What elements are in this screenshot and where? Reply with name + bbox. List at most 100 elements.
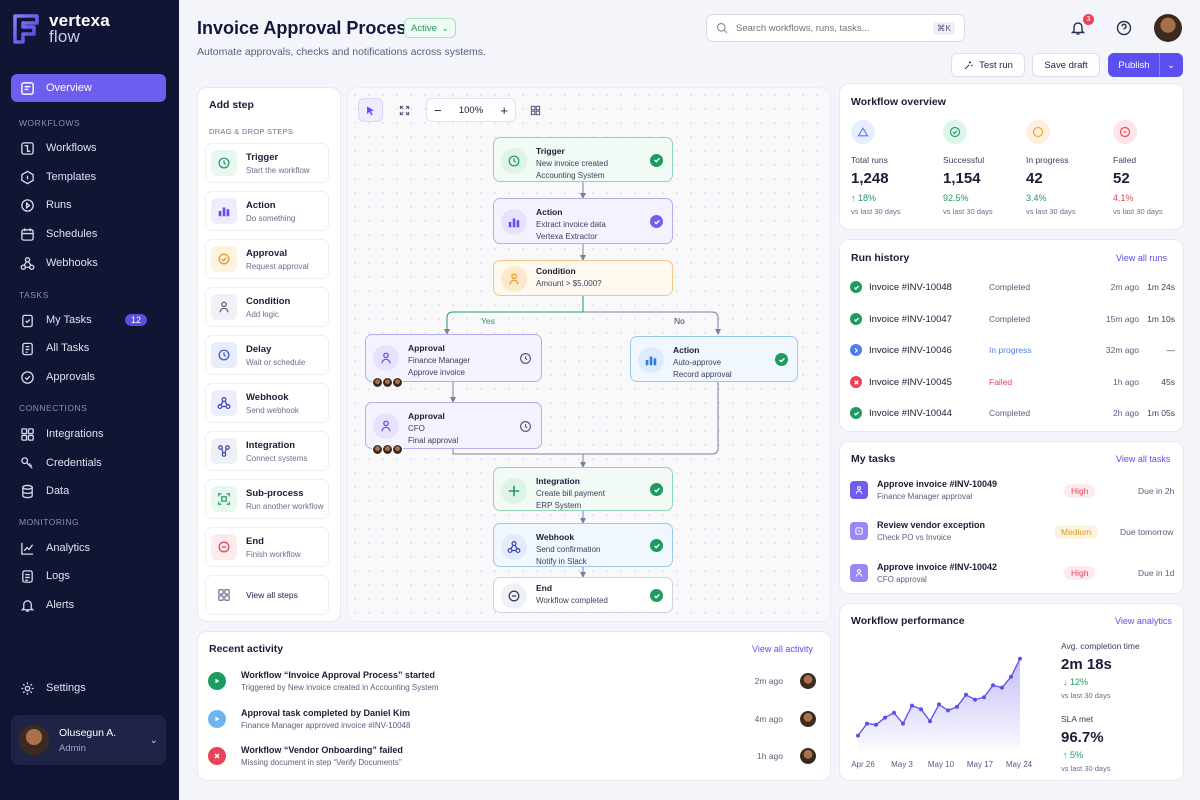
profile-avatar[interactable] xyxy=(1154,14,1182,42)
view-all-activity-link[interactable]: View all activity xyxy=(752,644,813,654)
sidebar-item-settings[interactable]: Settings xyxy=(11,674,166,702)
user-icon xyxy=(373,345,399,371)
help-button[interactable] xyxy=(1114,18,1134,38)
node-line: Record approval xyxy=(673,370,732,379)
sidebar-item-schedules[interactable]: Schedules xyxy=(11,220,166,248)
sidebar-item-workflows[interactable]: Workflows xyxy=(11,134,166,162)
activity-row[interactable]: Workflow “Vendor Onboarding” failed Missi… xyxy=(208,743,816,769)
zoom-out-button[interactable]: − xyxy=(434,103,442,118)
task-row[interactable]: Approve invoice #INV-10042 CFO approval xyxy=(850,561,1175,585)
publish-options-button[interactable]: ⌄ xyxy=(1159,53,1183,77)
zoom-in-button[interactable]: + xyxy=(500,103,508,118)
performance-point[interactable] xyxy=(937,702,941,707)
run-row[interactable]: Invoice #INV-10045 Failed 1h ago 45s xyxy=(850,372,1175,392)
step-sub-process[interactable]: Sub-process Run another workflow xyxy=(205,479,329,519)
view-all-tasks-link[interactable]: View all tasks xyxy=(1116,454,1170,464)
sidebar-item-all-tasks[interactable]: All Tasks xyxy=(11,334,166,362)
sidebar-item-logs[interactable]: Logs xyxy=(11,562,166,590)
sidebar-item-approvals[interactable]: Approvals xyxy=(11,363,166,391)
metric-value: 52 xyxy=(1113,170,1130,187)
view-all-steps-button[interactable]: View all steps xyxy=(205,575,329,615)
test-run-button[interactable]: Test run xyxy=(951,53,1025,77)
step-condition[interactable]: Condition Add logic xyxy=(205,287,329,327)
run-row[interactable]: Invoice #INV-10044 Completed 2h ago 1m 0… xyxy=(850,403,1175,423)
search-box[interactable]: ⌘K xyxy=(706,14,965,42)
node-title: Webhook xyxy=(536,532,575,542)
performance-point[interactable] xyxy=(883,715,887,720)
publish-label: Publish xyxy=(1118,59,1150,71)
check-circle-icon xyxy=(21,370,34,384)
node-integration[interactable]: Integration Create bill payment ERP System xyxy=(493,467,673,511)
performance-point[interactable] xyxy=(892,710,896,715)
performance-point[interactable] xyxy=(991,683,995,688)
close-icon xyxy=(208,747,226,765)
view-all-runs-link[interactable]: View all runs xyxy=(1116,253,1167,263)
performance-point[interactable] xyxy=(955,704,959,709)
brand-logo[interactable]: vertexa flow xyxy=(12,12,110,45)
check-icon xyxy=(650,539,663,552)
sidebar-item-runs[interactable]: Runs xyxy=(11,191,166,219)
sidebar-item-my-tasks[interactable]: My Tasks 12 xyxy=(11,306,166,334)
grid-toggle-button[interactable] xyxy=(523,98,548,122)
step-action[interactable]: Action Do something xyxy=(205,191,329,231)
node-trigger[interactable]: Trigger New invoice created Accounting Sys… xyxy=(493,137,673,182)
performance-point[interactable] xyxy=(973,697,977,702)
sub-process-icon xyxy=(211,486,237,512)
performance-point[interactable] xyxy=(919,707,923,712)
step-title: Sub-process xyxy=(246,487,304,499)
performance-point[interactable] xyxy=(1000,685,1004,690)
view-analytics-link[interactable]: View analytics xyxy=(1115,616,1172,626)
sidebar-item-data[interactable]: Data xyxy=(11,477,166,505)
step-integration[interactable]: Integration Connect systems xyxy=(205,431,329,471)
performance-point[interactable] xyxy=(910,703,914,708)
sidebar-item-analytics[interactable]: Analytics xyxy=(11,534,166,562)
user-menu[interactable]: Olusegun A. Admin ⌄ xyxy=(11,715,166,765)
sidebar-item-templates[interactable]: Templates xyxy=(11,163,166,191)
run-duration: 45s xyxy=(1161,377,1175,387)
performance-point[interactable] xyxy=(1018,656,1022,661)
metric-successful: Successful 1,154 92.5% vs last 30 days xyxy=(943,120,1027,216)
performance-point[interactable] xyxy=(856,733,860,738)
sidebar-item-credentials[interactable]: Credentials xyxy=(11,449,166,477)
select-tool-button[interactable] xyxy=(358,98,383,122)
performance-point[interactable] xyxy=(901,721,905,726)
publish-button[interactable]: Publish xyxy=(1108,53,1160,77)
sidebar-item-integrations[interactable]: Integrations xyxy=(11,420,166,448)
avg-completion-sub: vs last 30 days xyxy=(1061,691,1111,700)
node-approval-finance[interactable]: Approval Finance Manager Approve invoice xyxy=(365,334,542,382)
search-input[interactable] xyxy=(736,22,925,34)
sidebar-item-overview[interactable]: Overview xyxy=(11,74,166,102)
webhook-icon xyxy=(20,256,35,270)
performance-point[interactable] xyxy=(874,722,878,727)
workflows-icon xyxy=(21,141,34,155)
zoom-control: − 100% + xyxy=(426,98,516,122)
task-row[interactable]: Approve invoice #INV-10049 Finance Manage… xyxy=(850,478,1175,502)
performance-point[interactable] xyxy=(1009,674,1013,679)
status-dropdown[interactable]: Active ⌄ xyxy=(404,18,456,38)
node-action[interactable]: Action Extract invoice data Vertexa Extrac… xyxy=(493,198,673,244)
step-webhook[interactable]: Webhook Send webhook xyxy=(205,383,329,423)
step-trigger[interactable]: Trigger Start the workflow xyxy=(205,143,329,183)
performance-point[interactable] xyxy=(982,695,986,700)
performance-point[interactable] xyxy=(928,719,932,724)
node-webhook[interactable]: Webhook Send confirmation Notify in Slack xyxy=(493,523,673,567)
activity-row[interactable]: Workflow “Invoice Approval Process” star… xyxy=(208,668,816,694)
step-approval[interactable]: Approval Request approval xyxy=(205,239,329,279)
fit-view-button[interactable] xyxy=(392,98,417,122)
step-end[interactable]: End Finish workflow xyxy=(205,527,329,567)
node-approval-cfo[interactable]: Approval CFO Final approval xyxy=(365,402,542,449)
performance-point[interactable] xyxy=(946,708,950,713)
performance-point[interactable] xyxy=(964,692,968,697)
step-delay[interactable]: Delay Wait or schedule xyxy=(205,335,329,375)
performance-point[interactable] xyxy=(865,721,869,726)
sidebar-item-webhooks[interactable]: Webhooks xyxy=(11,249,166,277)
node-auto-approve[interactable]: Action Auto-approve Record approval xyxy=(630,336,798,382)
run-row[interactable]: Invoice #INV-10047 Completed 15m ago 1m … xyxy=(850,309,1175,329)
run-row[interactable]: Invoice #INV-10046 In progress 32m ago — xyxy=(850,340,1175,360)
node-end[interactable]: End Workflow completed xyxy=(493,577,673,613)
run-row[interactable]: Invoice #INV-10048 Completed 2m ago 1m 2… xyxy=(850,277,1175,297)
activity-row[interactable]: Approval task completed by Daniel Kim Fin… xyxy=(208,706,816,732)
save-draft-button[interactable]: Save draft xyxy=(1032,53,1100,77)
node-condition[interactable]: Condition Amount > $5,000? xyxy=(493,260,673,296)
sidebar-item-alerts[interactable]: Alerts xyxy=(11,591,166,619)
